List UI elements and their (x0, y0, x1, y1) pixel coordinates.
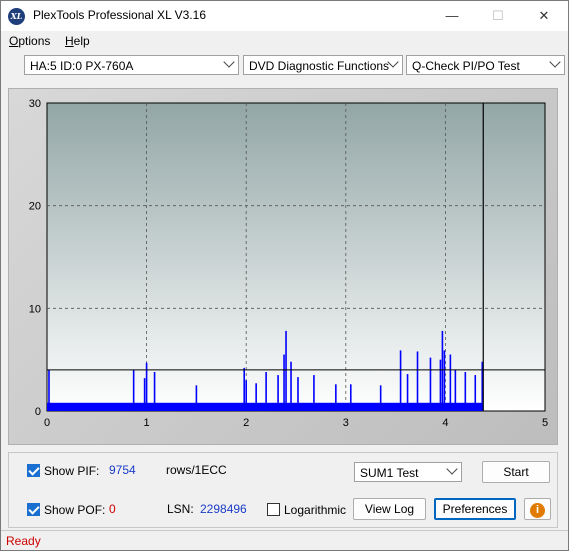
test-select[interactable]: Q-Check PI/PO Test (406, 55, 565, 75)
show-pof-checkbox[interactable] (27, 503, 40, 516)
function-select[interactable]: DVD Diagnostic Functions (243, 55, 403, 75)
menu-options[interactable]: Options (9, 34, 50, 48)
y-tick-label: 10 (29, 303, 41, 315)
status-text: Ready (6, 534, 41, 548)
start-button[interactable]: Start (482, 461, 550, 483)
info-button[interactable]: i (524, 498, 551, 520)
menu-help-rest: elp (73, 34, 90, 48)
x-tick-label: 0 (44, 417, 50, 429)
preferences-label: Preferences (442, 502, 508, 516)
drive-select[interactable]: HA:5 ID:0 PX-760A (24, 55, 239, 75)
menu-help-accel: H (65, 34, 74, 48)
pi-po-chart: 0 1 2 3 4 5 0 10 20 30 (29, 98, 548, 429)
y-tick-label: 20 (29, 201, 41, 213)
y-tick-label: 0 (35, 406, 41, 418)
menu-options-accel: O (9, 34, 19, 48)
chevron-down-icon (549, 56, 561, 68)
main-window: XL PlexTools Professional XL V3.16 — ☐ ✕… (0, 0, 569, 551)
lsn-value: 2298496 (200, 502, 247, 516)
menu-options-rest: ptions (18, 34, 51, 48)
show-pif-checkbox[interactable] (27, 464, 40, 477)
sum-test-value: SUM1 Test (360, 466, 419, 480)
logarithmic-label: Logarithmic (284, 503, 347, 517)
view-log-label: View Log (364, 502, 415, 516)
y-tick-label: 30 (29, 98, 41, 110)
window-title: PlexTools Professional XL V3.16 (33, 8, 206, 22)
info-icon: i (530, 503, 545, 518)
chevron-down-icon (446, 463, 458, 475)
status-bar: Ready (1, 530, 568, 551)
x-tick-label: 4 (442, 417, 448, 429)
show-pif-label: Show PIF: (44, 464, 100, 478)
pif-unit: rows/1ECC (166, 463, 227, 477)
lsn-label: LSN: (167, 502, 194, 516)
x-tick-label: 2 (243, 417, 249, 429)
preferences-button[interactable]: Preferences (434, 498, 516, 520)
function-select-value: DVD Diagnostic Functions (249, 59, 390, 73)
pif-value: 9754 (109, 463, 136, 477)
maximize-button[interactable]: ☐ (475, 1, 521, 31)
x-tick-label: 1 (144, 417, 150, 429)
minimize-button[interactable]: — (429, 1, 475, 31)
app-icon: XL (8, 8, 25, 25)
pof-value: 0 (109, 502, 116, 516)
sum-test-select[interactable]: SUM1 Test (354, 462, 462, 482)
plot-area (46, 102, 546, 412)
show-pof-label: Show POF: (44, 503, 106, 517)
chart-panel: 0 1 2 3 4 5 0 10 20 30 (8, 88, 558, 445)
title-bar[interactable]: XL PlexTools Professional XL V3.16 — ☐ ✕ (1, 1, 568, 31)
drive-select-value: HA:5 ID:0 PX-760A (30, 59, 134, 73)
x-tick-label: 3 (343, 417, 349, 429)
menu-help[interactable]: Help (65, 34, 90, 48)
close-button[interactable]: ✕ (521, 1, 567, 31)
test-select-value: Q-Check PI/PO Test (412, 59, 520, 73)
start-button-label: Start (503, 465, 529, 479)
controls-panel: Show PIF: 9754 rows/1ECC SUM1 Test Start… (8, 452, 558, 528)
logarithmic-checkbox[interactable] (267, 503, 280, 516)
chevron-down-icon (223, 56, 235, 68)
view-log-button[interactable]: View Log (353, 498, 426, 520)
menu-bar: Options Help (1, 31, 568, 51)
x-tick-label: 5 (542, 417, 548, 429)
